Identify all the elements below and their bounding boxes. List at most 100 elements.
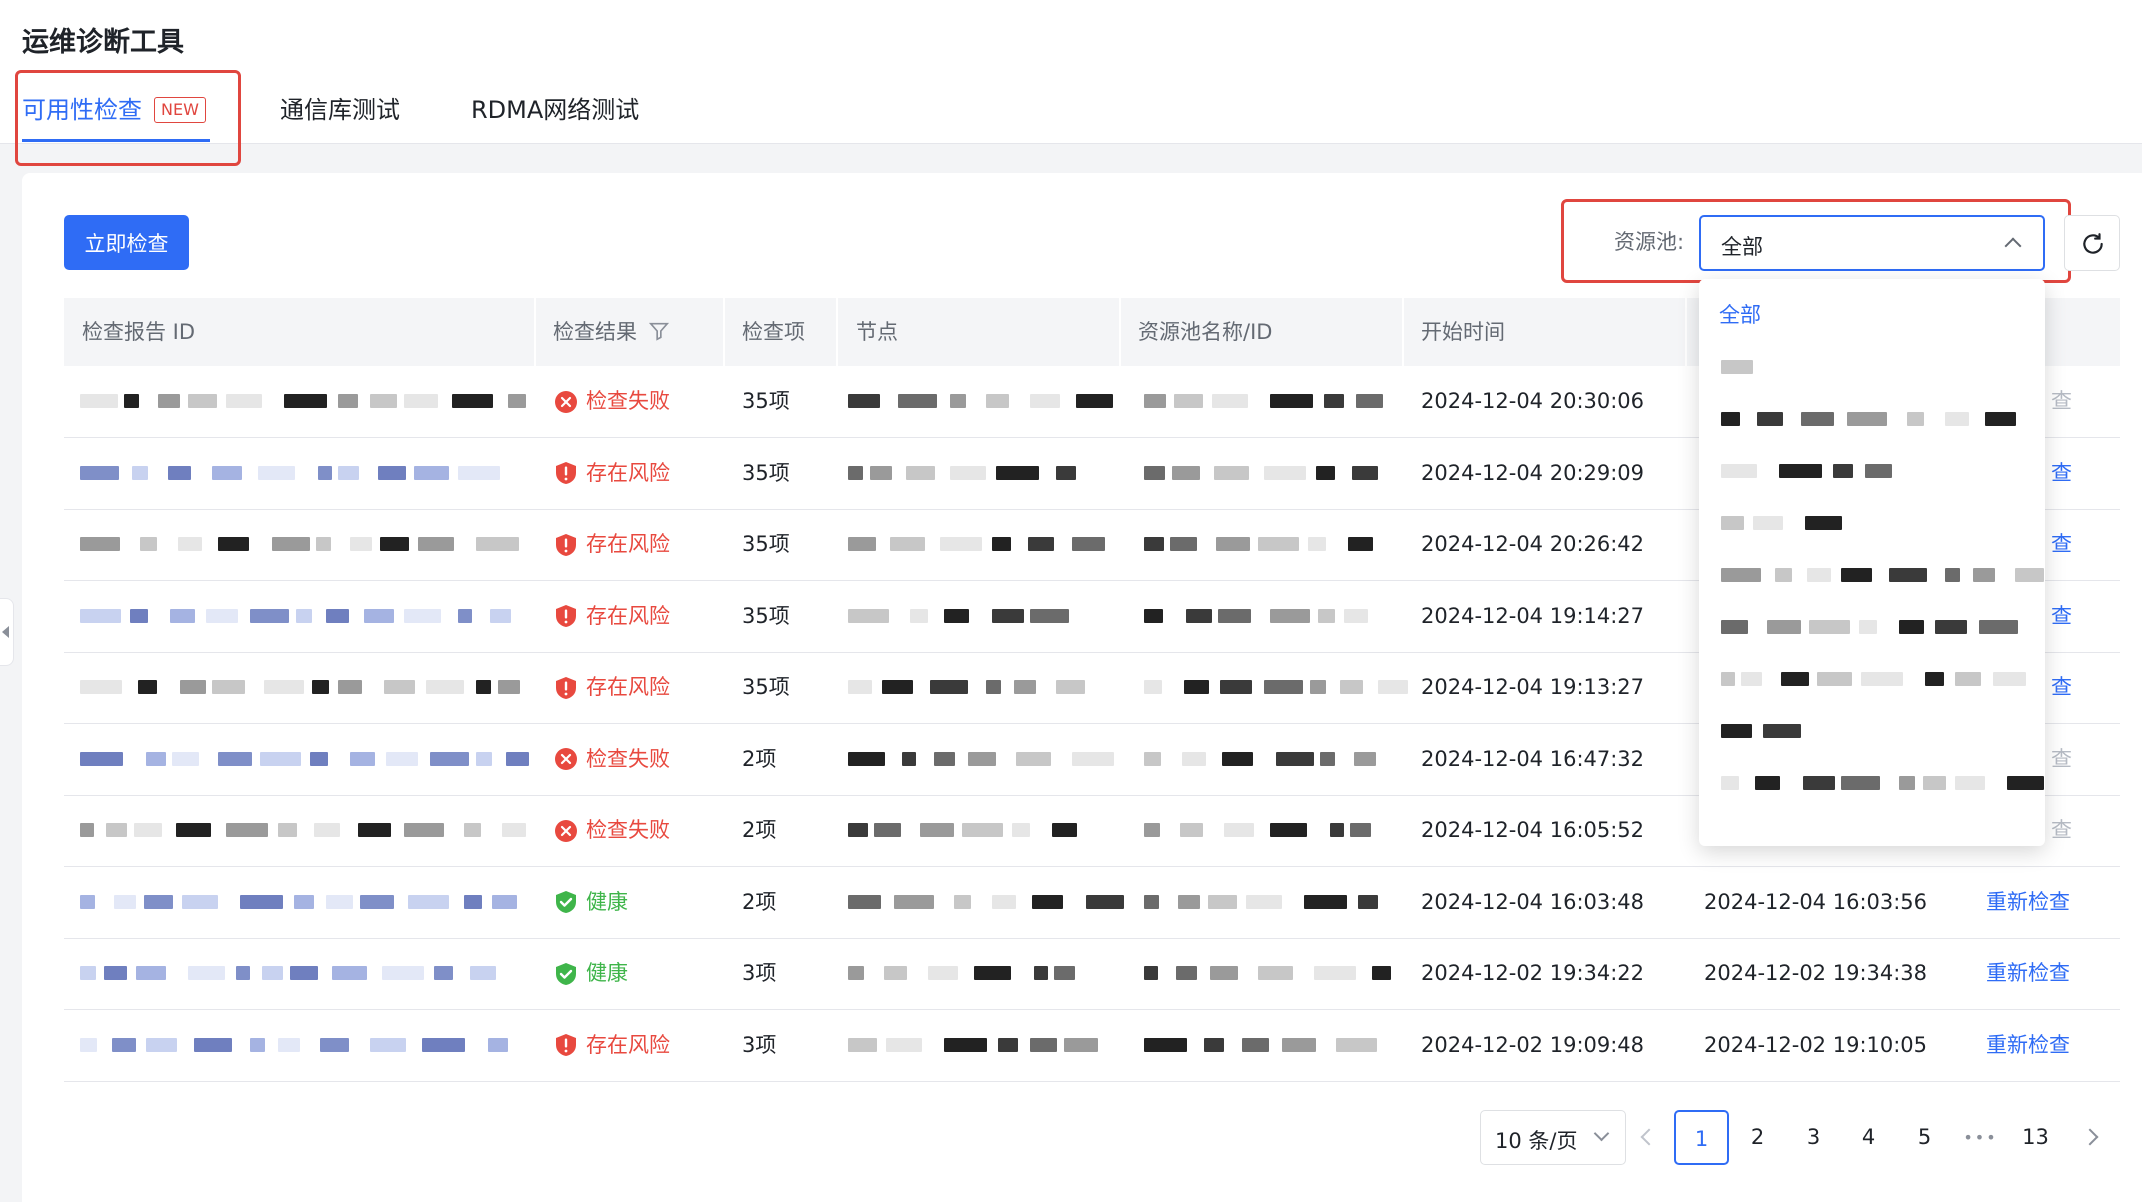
redacted-block xyxy=(1186,608,1212,623)
redacted-block xyxy=(1308,537,1326,551)
redacted-block xyxy=(1907,412,1924,426)
dropdown-option[interactable] xyxy=(1699,705,2045,757)
redacted-block xyxy=(1144,394,1166,408)
redacted-block xyxy=(264,680,304,694)
filter-icon[interactable] xyxy=(648,320,670,342)
redacted-block xyxy=(358,823,391,837)
check-result: 健康 xyxy=(554,867,628,938)
resource-pool-select[interactable]: 全部 xyxy=(1699,215,2045,271)
redacted-block xyxy=(1204,1037,1224,1052)
redacted-block xyxy=(1030,608,1069,623)
dropdown-option[interactable] xyxy=(1699,601,2045,653)
tab-availability-check[interactable]: 可用性检查 NEW xyxy=(22,90,206,125)
redacted-block xyxy=(218,751,252,766)
check-result-label: 存在风险 xyxy=(586,1032,670,1057)
sidebar-collapse-handle[interactable] xyxy=(0,598,14,666)
redacted-block xyxy=(1014,680,1036,694)
redacted-block xyxy=(1270,823,1307,837)
redacted-block xyxy=(80,1037,97,1052)
dropdown-option[interactable] xyxy=(1699,757,2045,809)
chevron-up-icon xyxy=(2004,237,2022,255)
check-result: 存在风险 xyxy=(554,652,670,723)
redacted-block xyxy=(1316,465,1335,480)
redacted-block xyxy=(188,394,217,408)
check-result: 存在风险 xyxy=(554,438,670,509)
redacted-block xyxy=(350,751,375,766)
recheck-button[interactable]: 查 xyxy=(2051,652,2072,723)
redacted-block xyxy=(1258,966,1293,980)
redacted-block xyxy=(986,394,1009,408)
redacted-block xyxy=(146,751,166,766)
redacted-block xyxy=(158,394,180,408)
recheck-button[interactable]: 重新检查 xyxy=(1986,1010,2070,1081)
redacted-block xyxy=(1899,620,1924,634)
redacted-block xyxy=(364,608,394,623)
redacted-block xyxy=(168,465,191,480)
page-1[interactable]: 1 xyxy=(1674,1110,1729,1165)
check-items-count: 2项 xyxy=(742,746,777,771)
redacted-block xyxy=(890,537,925,551)
dropdown-option[interactable] xyxy=(1699,445,2045,497)
page-13[interactable]: 13 xyxy=(2008,1110,2063,1165)
redacted-block xyxy=(212,680,245,694)
redacted-block xyxy=(1318,608,1335,623)
recheck-button[interactable]: 查 xyxy=(2051,795,2072,866)
redacted-block xyxy=(488,1037,508,1052)
redacted-block xyxy=(338,394,358,408)
refresh-icon xyxy=(2083,233,2103,254)
check-items-count: 3项 xyxy=(742,961,777,985)
dropdown-option[interactable] xyxy=(1699,653,2045,705)
recheck-button[interactable]: 重新检查 xyxy=(1986,938,2070,1009)
redacted-block xyxy=(928,966,958,980)
redacted-block xyxy=(316,537,331,551)
redacted-block xyxy=(1144,537,1164,551)
dropdown-option[interactable] xyxy=(1699,341,2045,393)
redacted-block xyxy=(1721,724,1752,738)
page-size-select[interactable]: 10 条/页 xyxy=(1480,1110,1626,1165)
redacted-block xyxy=(1222,751,1253,766)
start-time: 2024-12-02 19:09:48 xyxy=(1421,1032,1645,1057)
redacted-block xyxy=(1803,776,1835,790)
redacted-block xyxy=(968,751,996,766)
page-2[interactable]: 2 xyxy=(1730,1110,1785,1165)
dropdown-option[interactable] xyxy=(1699,393,2045,445)
redacted-block xyxy=(1753,516,1783,530)
tab-communication-library-test[interactable]: 通信库测试 xyxy=(280,90,400,125)
check-now-button[interactable]: 立即检查 xyxy=(64,215,189,270)
dropdown-option[interactable] xyxy=(1699,497,2045,549)
redacted-block xyxy=(434,966,453,980)
page-4[interactable]: 4 xyxy=(1841,1110,1896,1165)
tab-rdma-network-test[interactable]: RDMA网络测试 xyxy=(471,90,639,125)
redacted-block xyxy=(1052,823,1077,837)
header-check-items: 检查项 xyxy=(742,320,805,344)
redacted-block xyxy=(80,894,95,909)
redacted-block xyxy=(1805,516,1842,530)
redacted-block xyxy=(1955,672,1981,686)
redacted-block xyxy=(1144,680,1162,694)
page-3[interactable]: 3 xyxy=(1786,1110,1841,1165)
recheck-button[interactable]: 重新检查 xyxy=(1986,867,2070,938)
dropdown-option[interactable] xyxy=(1699,549,2045,601)
redacted-block xyxy=(1721,516,1744,530)
redacted-block xyxy=(1899,776,1915,790)
recheck-button[interactable]: 查 xyxy=(2051,509,2072,580)
redacted-block xyxy=(386,751,418,766)
redacted-block xyxy=(1378,680,1408,694)
redacted-block xyxy=(272,537,310,551)
redacted-block xyxy=(848,608,889,623)
recheck-button[interactable]: 查 xyxy=(2051,438,2072,509)
recheck-button[interactable]: 查 xyxy=(2051,581,2072,652)
refresh-button[interactable] xyxy=(2064,215,2120,271)
start-time: 2024-12-04 20:26:42 xyxy=(1421,532,1645,556)
dropdown-option-all[interactable]: 全部 xyxy=(1699,289,2045,341)
redacted-block xyxy=(1979,620,2018,634)
recheck-button[interactable]: 查 xyxy=(2051,724,2072,795)
recheck-button[interactable]: 查 xyxy=(2051,366,2072,437)
pagination-ellipsis[interactable]: ••• xyxy=(1953,1110,2008,1165)
redacted-block xyxy=(898,394,937,408)
page-5[interactable]: 5 xyxy=(1897,1110,1952,1165)
redacted-block xyxy=(130,608,148,623)
redacted-block xyxy=(998,1037,1018,1052)
redacted-block xyxy=(464,894,482,909)
redacted-block xyxy=(1721,360,1753,374)
